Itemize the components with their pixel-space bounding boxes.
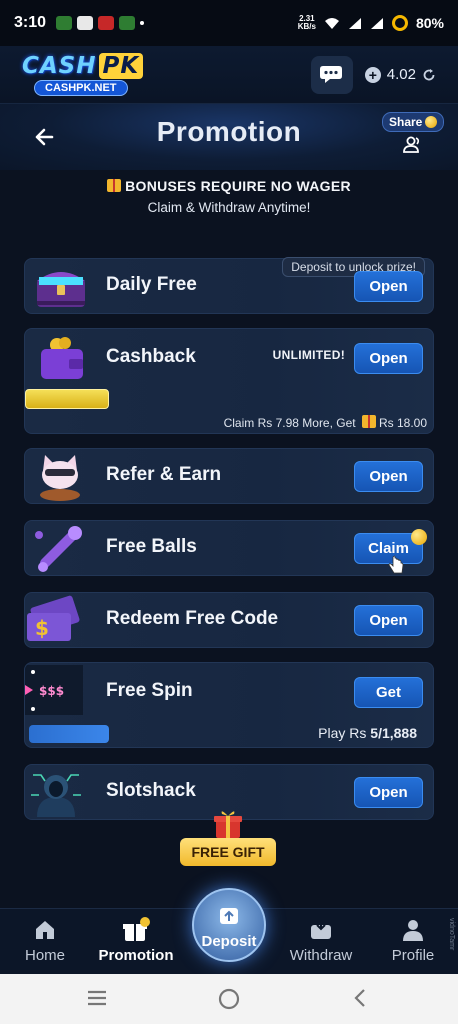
promo-title-cashback: Cashback	[106, 346, 196, 367]
wifi-icon	[324, 17, 339, 29]
promo-card-cashback[interactable]: Cashback UNLIMITED! Open Claim Rs 7.98 M…	[24, 328, 434, 434]
hacker-icon	[31, 774, 81, 817]
slot-dollars-text: $$$	[39, 684, 64, 698]
ticket-icon: $	[27, 595, 80, 641]
home-icon	[36, 921, 54, 939]
app-header: CASH PK CASHPK.NET + 4.02	[0, 46, 458, 104]
promo-card-refer-earn[interactable]: Refer & Earn Open	[24, 448, 434, 504]
free-spin-play-text: Play Rs 5/1,888	[318, 725, 417, 741]
battery-percent: 80%	[415, 15, 444, 31]
promo-title-free-spin: Free Spin	[106, 680, 193, 701]
promo-card-free-balls[interactable]: Free Balls Claim	[24, 520, 434, 576]
unlimited-tag: UNLIMITED!	[272, 348, 345, 362]
wallet-balance[interactable]: + 4.02	[364, 66, 436, 83]
nav-promotion[interactable]: Promotion	[91, 917, 181, 964]
chat-bubble-icon	[319, 65, 342, 83]
promo-card-redeem-code[interactable]: $ Redeem Free Code Open	[24, 592, 434, 648]
nav-home[interactable]: Home	[0, 917, 90, 964]
system-nav-bar	[0, 974, 458, 1024]
redeem-code-open-button[interactable]: Open	[354, 605, 423, 636]
gift-icon	[361, 415, 376, 428]
share-label: Share	[389, 115, 423, 129]
network-speed: 2.31 KB/s	[298, 15, 316, 31]
promo-title-redeem-code: Redeem Free Code	[106, 608, 279, 629]
bonus-banner: BONUSES REQUIRE NO WAGER Claim & Withdra…	[0, 178, 458, 215]
cashback-claim-note: Claim Rs 7.98 More, Get Rs 18.00	[224, 415, 427, 430]
gift-icon	[123, 917, 150, 941]
treasure-chest-icon	[37, 272, 85, 307]
daily-free-open-button[interactable]: Open	[354, 271, 423, 302]
share-badge[interactable]: Share	[382, 112, 445, 132]
cashback-reward-amount: Rs 18.00	[378, 416, 427, 430]
battery-icon	[391, 15, 408, 31]
chat-button[interactable]	[310, 55, 353, 94]
coin-icon	[411, 529, 427, 545]
signal-icon	[348, 17, 361, 29]
bonus-headline: BONUSES REQUIRE NO WAGER	[125, 178, 351, 194]
gift-icon	[107, 179, 122, 192]
bonus-subline: Claim & Withdraw Anytime!	[147, 200, 311, 215]
system-back-icon[interactable]	[352, 988, 368, 1008]
coin-icon	[425, 116, 438, 128]
app-notification-icon	[56, 16, 73, 30]
home-circle-icon[interactable]	[218, 988, 240, 1010]
cashback-open-button[interactable]: Open	[354, 343, 423, 374]
promo-card-free-spin[interactable]: $$$ Free Spin Get Play Rs 5/1,888	[24, 662, 434, 748]
title-bar: Promotion Share	[0, 104, 458, 170]
more-dot-icon	[140, 21, 145, 25]
cashback-progress-bar	[25, 389, 109, 409]
nav-promotion-label: Promotion	[98, 947, 174, 964]
promo-title-daily-free: Daily Free	[106, 274, 197, 295]
deposit-icon	[220, 908, 238, 924]
promo-title-free-balls: Free Balls	[106, 536, 197, 557]
withdraw-wallet-icon	[311, 920, 331, 939]
app-notification-icon	[119, 16, 136, 30]
deposit-button[interactable]: Deposit	[192, 888, 266, 962]
free-spin-get-button[interactable]: Get	[354, 677, 423, 708]
promo-title-refer-earn: Refer & Earn	[106, 464, 222, 485]
purple-balls-icon	[35, 526, 82, 572]
app-notification-icon	[77, 16, 94, 30]
balance-amount: 4.02	[386, 66, 416, 83]
wallet-coins-icon	[41, 337, 83, 379]
add-funds-icon[interactable]: +	[364, 66, 381, 83]
app-notification-icon	[98, 16, 115, 30]
signal-icon	[370, 17, 383, 29]
free-gift-button[interactable]: FREE GIFT	[180, 838, 276, 866]
nav-withdraw-label: Withdraw	[289, 947, 353, 964]
status-time: 3:10	[14, 14, 47, 31]
ticket-dollar-text: $	[35, 616, 49, 640]
promo-card-daily-free[interactable]: Daily Free Deposit to unlock prize! Open	[24, 257, 434, 314]
promo-title-slotshack: Slotshack	[106, 780, 196, 801]
nav-withdraw[interactable]: Withdraw	[276, 917, 366, 964]
watermark-text: vidnoTamr	[448, 918, 455, 951]
nav-profile[interactable]: Profile	[368, 917, 458, 964]
status-bar: 3:10 2.31 KB/s 80%	[0, 0, 458, 46]
slotshack-open-button[interactable]: Open	[354, 777, 423, 808]
slot-machine-icon: $$$	[25, 665, 83, 715]
logo-text: CASH	[22, 52, 97, 79]
speed-unit: KB/s	[297, 22, 316, 31]
hand-pointer-icon	[388, 555, 404, 574]
cashpk-logo[interactable]: CASH PK CASHPK.NET	[22, 52, 158, 96]
notification-icons	[56, 16, 145, 30]
nav-profile-label: Profile	[391, 947, 435, 964]
gift-box-icon[interactable]	[212, 808, 244, 840]
refer-earn-open-button[interactable]: Open	[354, 461, 423, 492]
nav-home-label: Home	[24, 947, 65, 964]
play-value: 5/1,888	[370, 725, 417, 741]
cat-mascot-icon	[40, 455, 80, 501]
profile-icon	[403, 920, 423, 941]
free-spin-progress-bar	[29, 725, 109, 743]
cashback-note-text: Claim Rs 7.98 More, Get	[223, 416, 356, 430]
logo-badge: PK	[98, 52, 144, 79]
logo-subtitle: CASHPK.NET	[34, 79, 128, 96]
recent-apps-icon[interactable]	[86, 988, 108, 1008]
friends-icon[interactable]	[402, 136, 424, 154]
refresh-icon[interactable]	[422, 68, 436, 82]
play-prefix: Play Rs	[318, 725, 367, 741]
deposit-label: Deposit	[201, 933, 257, 950]
